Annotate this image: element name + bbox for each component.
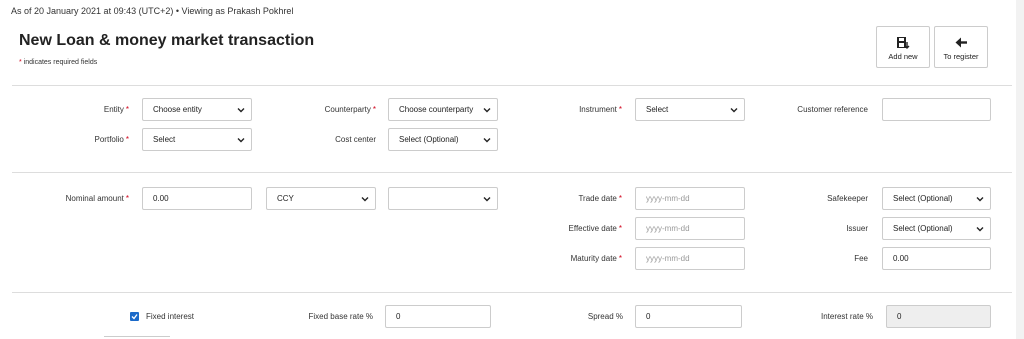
customer-reference-label: Customer reference	[797, 105, 868, 114]
chevron-down-icon	[976, 197, 984, 202]
issuer-label: Issuer	[846, 224, 868, 233]
cost-center-label: Cost center	[335, 135, 376, 144]
counterparty-select[interactable]: Choose counterparty	[388, 98, 498, 121]
entity-select[interactable]: Choose entity	[142, 98, 252, 121]
instrument-select-value: Select	[646, 105, 669, 114]
currency-select[interactable]: CCY	[266, 187, 376, 210]
portfolio-label: Portfolio *	[94, 135, 129, 144]
to-register-label: To register	[943, 52, 979, 61]
customer-reference-input[interactable]	[882, 98, 991, 121]
maturity-date-input[interactable]: yyyy-mm-dd	[635, 247, 745, 270]
counterparty-label: Counterparty *	[324, 105, 376, 114]
fixed-base-rate-input[interactable]: 0	[385, 305, 491, 328]
chevron-down-icon	[361, 197, 369, 202]
trade-date-label: Trade date *	[578, 194, 622, 203]
effective-date-input[interactable]: yyyy-mm-dd	[635, 217, 745, 240]
checkmark-icon	[131, 314, 138, 320]
section-divider	[12, 292, 1012, 293]
counterparty-select-value: Choose counterparty	[399, 105, 474, 114]
fixed-interest-checkbox[interactable]	[130, 312, 139, 321]
add-new-button[interactable]: Add new	[876, 26, 930, 68]
instrument-select[interactable]: Select	[635, 98, 745, 121]
effective-date-label: Effective date *	[568, 224, 622, 233]
issuer-select-value: Select (Optional)	[893, 224, 953, 233]
trade-date-input[interactable]: yyyy-mm-dd	[635, 187, 745, 210]
chevron-down-icon	[237, 138, 245, 143]
safekeeper-select[interactable]: Select (Optional)	[882, 187, 991, 210]
chevron-down-icon	[976, 227, 984, 232]
chevron-down-icon	[237, 108, 245, 113]
chevron-down-icon	[483, 138, 491, 143]
arrow-left-icon	[955, 37, 967, 48]
portfolio-select[interactable]: Select	[142, 128, 252, 151]
safekeeper-select-value: Select (Optional)	[893, 194, 953, 203]
currency-select-value: CCY	[277, 194, 294, 203]
add-new-label: Add new	[888, 52, 918, 61]
cost-center-select[interactable]: Select (Optional)	[388, 128, 498, 151]
entity-label: Entity *	[103, 105, 129, 114]
chevron-down-icon	[483, 197, 491, 202]
required-note-text: indicates required fields	[21, 59, 98, 66]
fee-label: Fee	[854, 254, 868, 263]
cost-center-select-value: Select (Optional)	[399, 135, 459, 144]
required-fields-note: * indicates required fields	[19, 59, 97, 66]
issuer-select[interactable]: Select (Optional)	[882, 217, 991, 240]
chevron-down-icon	[483, 108, 491, 113]
maturity-date-label: Maturity date *	[570, 254, 622, 263]
fixed-interest-label[interactable]: Fixed interest	[146, 312, 194, 321]
nominal-amount-label: Nominal amount *	[65, 194, 129, 203]
scrollbar[interactable]	[1016, 0, 1024, 339]
secondary-select[interactable]	[388, 187, 498, 210]
nominal-amount-input[interactable]: 0.00	[142, 187, 252, 210]
safekeeper-label: Safekeeper	[827, 194, 868, 203]
portfolio-select-value: Select	[153, 135, 176, 144]
spread-label: Spread %	[587, 312, 623, 321]
to-register-button[interactable]: To register	[934, 26, 988, 68]
fixed-base-rate-label: Fixed base rate %	[308, 312, 373, 321]
page-title: New Loan & money market transaction	[19, 32, 315, 49]
chevron-down-icon	[730, 108, 738, 113]
section-divider	[12, 172, 1012, 173]
interest-rate-label: Interest rate %	[820, 312, 873, 321]
interest-rate-input: 0	[886, 305, 991, 328]
section-divider	[12, 85, 1012, 86]
status-line: As of 20 January 2021 at 09:43 (UTC+2) •…	[11, 6, 294, 16]
fee-input[interactable]: 0.00	[882, 247, 991, 270]
entity-select-value: Choose entity	[153, 105, 202, 114]
spread-input[interactable]: 0	[635, 305, 742, 328]
instrument-label: Instrument *	[579, 105, 622, 114]
add-new-icon	[897, 37, 910, 49]
